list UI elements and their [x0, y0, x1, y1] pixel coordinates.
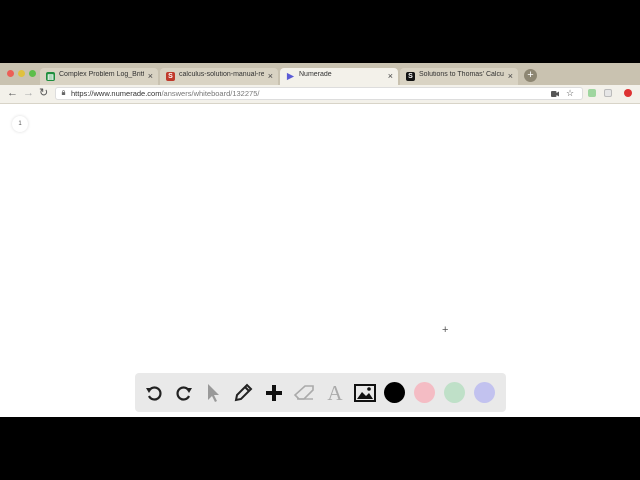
image-icon[interactable]	[354, 382, 376, 404]
close-icon[interactable]: ×	[508, 70, 513, 82]
url-host: https://www.numerade.com	[71, 89, 162, 98]
back-icon[interactable]: ←	[7, 87, 18, 100]
plus-icon[interactable]	[263, 382, 285, 404]
camera-icon[interactable]	[551, 91, 559, 97]
close-icon[interactable]: ×	[268, 70, 273, 82]
tab-title: Numerade	[299, 71, 332, 78]
url-path: /answers/whiteboard/132275/	[161, 89, 260, 98]
pencil-icon[interactable]	[232, 382, 254, 404]
lock-icon	[61, 90, 66, 95]
tab-numerade[interactable]: Numerade ×	[280, 68, 398, 85]
eraser-icon[interactable]	[293, 382, 315, 404]
tab-calculus-solution-manual[interactable]: S calculus-solution-manual-res ×	[160, 68, 278, 85]
color-swatch-pink[interactable]	[414, 382, 435, 403]
color-swatch-green[interactable]	[444, 382, 465, 403]
sheets-icon: ▤	[46, 72, 55, 81]
tab-title: calculus-solution-manual-res	[179, 71, 264, 78]
scribd-icon: S	[166, 72, 175, 81]
maximize-window-button[interactable]	[29, 70, 36, 77]
browser-toolbar: ← → ↻ https://www.numerade.com/answers/w…	[0, 85, 640, 104]
reload-icon[interactable]: ↻	[39, 87, 48, 100]
minimize-window-button[interactable]	[18, 70, 25, 77]
extension-screen-icon[interactable]	[588, 89, 596, 97]
tab-title: Solutions to Thomas' Calculus	[419, 71, 504, 78]
tab-complex-problem-log[interactable]: ▤ Complex Problem Log_Brittany ×	[40, 68, 158, 85]
tab-title: Complex Problem Log_Brittany	[59, 71, 144, 78]
star-icon[interactable]: ☆	[566, 88, 574, 99]
browser-window: ▤ Complex Problem Log_Brittany × S calcu…	[0, 63, 640, 417]
url-text: https://www.numerade.com/answers/whitebo…	[71, 89, 259, 98]
whiteboard-toolbar: A	[135, 373, 506, 412]
crosshair-cursor-icon: +	[442, 324, 449, 336]
color-swatch-black[interactable]	[384, 382, 405, 403]
close-icon[interactable]: ×	[148, 70, 153, 82]
extension-record-icon[interactable]	[624, 89, 632, 97]
tab-bar: ▤ Complex Problem Log_Brittany × S calcu…	[0, 63, 640, 85]
undo-icon[interactable]	[143, 382, 165, 404]
numerade-icon	[286, 72, 295, 81]
color-swatch-lavender[interactable]	[474, 382, 495, 403]
new-tab-button[interactable]: +	[524, 69, 537, 82]
text-icon[interactable]: A	[324, 381, 346, 405]
slader-icon: S	[406, 72, 415, 81]
close-icon[interactable]: ×	[388, 70, 393, 82]
close-window-button[interactable]	[7, 70, 14, 77]
extension-page-icon[interactable]	[604, 89, 612, 97]
redo-icon[interactable]	[173, 382, 195, 404]
forward-icon[interactable]: →	[23, 87, 34, 100]
tab-solutions-thomas-calculus[interactable]: S Solutions to Thomas' Calculus ×	[400, 68, 518, 85]
select-cursor-icon[interactable]	[202, 382, 224, 404]
address-bar[interactable]: https://www.numerade.com/answers/whitebo…	[55, 87, 583, 100]
page-number-badge[interactable]: 1	[12, 116, 28, 132]
